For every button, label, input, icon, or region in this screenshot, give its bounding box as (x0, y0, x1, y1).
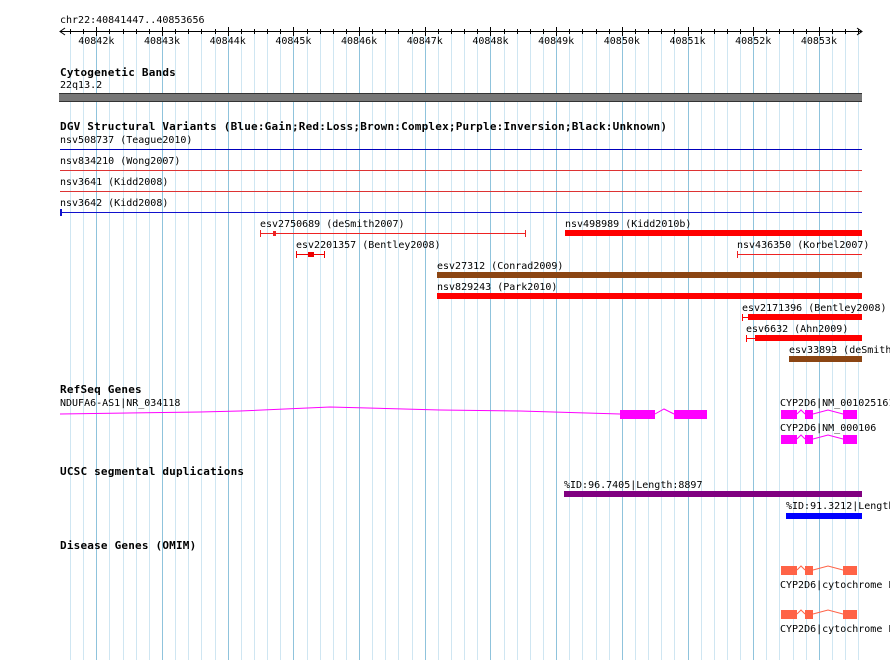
segdup-feature-91.3212[interactable] (786, 513, 862, 519)
dgv-feature-label: esv2201357 (Bentley2008) (296, 240, 441, 251)
dgv-feature-nsv834210[interactable] (60, 170, 862, 171)
track-title-dgv: DGV Structural Variants (Blue:Gain;Red:L… (60, 120, 668, 133)
dgv-feature-nsv498989[interactable] (565, 230, 862, 236)
feature-cap (260, 230, 261, 237)
dgv-feature-nsv508737[interactable] (60, 149, 862, 150)
omim-gene-label: CYP2D6|cytochrome P450 (780, 580, 890, 591)
dgv-feature-nsv3642[interactable] (60, 212, 862, 213)
dgv-feature-nsv3641[interactable] (60, 191, 862, 192)
dgv-feature-label: nsv508737 (Teague2010) (60, 135, 193, 146)
dgv-feature-label: esv27312 (Conrad2009) (437, 261, 564, 272)
dgv-feature-label: esv2750689 (deSmith2007) (260, 219, 405, 230)
omim-gene-label: CYP2D6|cytochrome P450 (780, 624, 890, 635)
ruler-tick-label: 40848k (472, 36, 508, 47)
ruler-tick-label: 40850k (604, 36, 640, 47)
dgv-feature-label: nsv498989 (Kidd2010b) (565, 219, 692, 230)
ruler-tick-label: 40845k (275, 36, 311, 47)
dgv-feature-nsv436350[interactable] (737, 254, 862, 255)
dgv-feature-label: esv33893 (deSmith2007) (789, 345, 890, 356)
feature-cap (525, 230, 526, 237)
segdup-label: %ID:91.3212|Length: (786, 501, 890, 512)
dgv-feature-label: esv6632 (Ahn2009) (746, 324, 849, 335)
feature-cap (737, 251, 738, 258)
refseq-gene-NDUFA6-AS1[interactable] (0, 400, 890, 424)
segdup-feature-96.7405[interactable] (564, 491, 862, 497)
ruler-tick-label: 40844k (210, 36, 246, 47)
feature-connector (746, 338, 755, 339)
cytoband-label: 22q13.2 (60, 80, 103, 91)
refseq-gene-CYP2D6-a[interactable] (770, 400, 870, 424)
ruler-tick-label: 40847k (407, 36, 443, 47)
dgv-feature-esv2171396[interactable] (748, 314, 862, 320)
dgv-feature-label: nsv834210 (Wong2007) (60, 156, 181, 167)
feature-block (273, 231, 276, 236)
ruler-tick-label: 40853k (801, 36, 837, 47)
dgv-feature-label: nsv436350 (Korbel2007) (737, 240, 870, 251)
dgv-feature-esv2750689[interactable] (260, 233, 526, 234)
dgv-feature-esv6632[interactable] (755, 335, 862, 341)
dgv-feature-nsv3642-cap (60, 209, 62, 216)
ruler-tick-label: 40843k (144, 36, 180, 47)
dgv-feature-esv33893[interactable] (789, 356, 862, 362)
track-title-refseq: RefSeq Genes (60, 383, 142, 396)
cytoband-bar-22q13.2[interactable] (59, 93, 862, 102)
dgv-feature-label: nsv3642 (Kidd2008) (60, 198, 169, 209)
dgv-feature-label: nsv3641 (Kidd2008) (60, 177, 169, 188)
track-title-omim: Disease Genes (OMIM) (60, 539, 197, 552)
segdup-label: %ID:96.7405|Length:8897 (564, 480, 703, 491)
feature-cap (746, 335, 747, 342)
ruler-tick-label: 40851k (669, 36, 705, 47)
refseq-gene-CYP2D6-b[interactable] (770, 425, 870, 449)
feature-cap (742, 314, 743, 321)
dgv-feature-label: nsv829243 (Park2010) (437, 282, 558, 293)
feature-cap (296, 251, 297, 258)
track-title-segdups: UCSC segmental duplications (60, 465, 245, 478)
feature-block (308, 252, 314, 257)
dgv-feature-esv27312[interactable] (437, 272, 862, 278)
track-title-cytobands: Cytogenetic Bands (60, 66, 176, 79)
ruler-tick-label: 40846k (341, 36, 377, 47)
ruler-tick-label: 40852k (735, 36, 771, 47)
dgv-feature-nsv829243[interactable] (437, 293, 862, 299)
ruler: 40842k 40843k 40844k 40845k 40846k 40847k 4084… (59, 27, 863, 47)
dgv-feature-label: esv2171396 (Bentley2008) (742, 303, 887, 314)
ruler-tick-label: 40842k (78, 36, 114, 47)
feature-cap (324, 251, 325, 258)
ruler-tick-label: 40849k (538, 36, 574, 47)
